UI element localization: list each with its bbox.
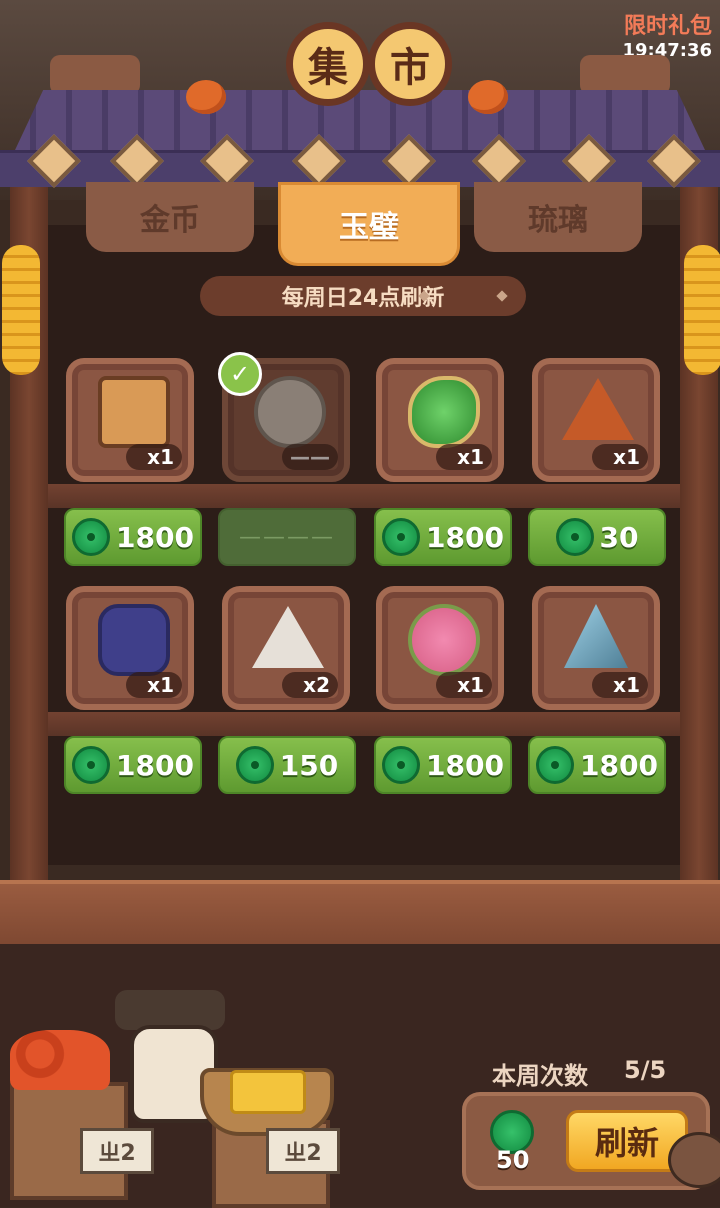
purchased-check-icon: ✓: [218, 352, 262, 396]
note-diamond-right: [496, 290, 508, 302]
price-value: 30: [599, 520, 639, 554]
item-quantity: x2: [282, 672, 338, 698]
limited-gift-pack[interactable]: 限时礼包 19:47:36: [622, 8, 712, 61]
corn-decoration-left: [2, 245, 40, 375]
item-quantity: x1: [592, 444, 648, 470]
merchant-hat: [115, 990, 225, 1030]
price-value: 1800: [426, 520, 504, 554]
item-quantity: x1: [436, 444, 492, 470]
price-value: 1800: [116, 748, 194, 782]
jade-coin-icon: [235, 746, 274, 784]
shop-item-slot[interactable]: x1: [66, 586, 194, 710]
shop-item-slot[interactable]: x1: [376, 358, 504, 482]
price-value: 150: [279, 748, 339, 782]
item-quantity: x1: [126, 444, 182, 470]
jade-coin-icon: [555, 518, 594, 556]
gold-ingot-icon: [230, 1070, 306, 1114]
jade-coin-icon: [72, 518, 111, 556]
character-portrait-icon: [254, 376, 326, 448]
sold-out-price: ————: [218, 508, 356, 566]
jade-stone-icon: [408, 376, 480, 448]
buy-price-button[interactable]: 1800: [528, 736, 666, 794]
blue-pot-icon: [98, 604, 170, 676]
persimmon-icon: [186, 80, 226, 114]
jade-coin-icon: [72, 746, 111, 784]
tab-jade[interactable]: 玉璧: [278, 182, 460, 266]
price-value: 1800: [580, 748, 658, 782]
buy-price-button[interactable]: 1800: [374, 736, 512, 794]
jade-coin-icon: [382, 518, 421, 556]
weekly-refresh-note: 每周日24点刷新: [200, 276, 526, 316]
jade-coin-icon: [382, 746, 421, 784]
corn-decoration-right: [684, 245, 720, 375]
buy-price-button[interactable]: 30: [528, 508, 666, 566]
shelf-row-1: [48, 484, 680, 508]
roof-horn-right: [580, 55, 670, 95]
weekly-count-label: 本周次数: [492, 1062, 588, 1090]
shop-item-slot[interactable]: x1: [532, 586, 660, 710]
shop-item-slot[interactable]: x1: [66, 358, 194, 482]
weekly-count-value: 5/5: [624, 1056, 667, 1084]
roof-horn-left: [50, 55, 140, 95]
persimmon-icon: [468, 80, 508, 114]
flower-bouquet-icon: [408, 604, 480, 676]
sold-out-dashes: ————: [239, 524, 335, 550]
buy-price-button[interactable]: 1800: [64, 736, 202, 794]
item-quantity: x1: [592, 672, 648, 698]
stall-counter: [0, 880, 720, 948]
buy-price-button[interactable]: 1800: [64, 508, 202, 566]
shop-item-slot[interactable]: x1: [532, 358, 660, 482]
shelf-row-2: [48, 712, 680, 736]
stall-price-tag: ㄓ2: [80, 1128, 154, 1174]
item-quantity: x1: [126, 672, 182, 698]
title-char-1: 集: [286, 22, 370, 106]
white-token-icon: [252, 606, 324, 668]
paper-umbrella-icon: [564, 604, 628, 668]
shop-item-slot[interactable]: x2: [222, 586, 350, 710]
shop-item-slot[interactable]: x1: [376, 586, 504, 710]
item-quantity: ——: [282, 444, 338, 470]
buy-price-button[interactable]: 1800: [374, 508, 512, 566]
title-char-2: 市: [368, 22, 452, 106]
persimmon-pile-icon: [10, 1030, 110, 1090]
gift-pack-label: 限时礼包: [623, 14, 712, 39]
tab-gold-coin[interactable]: 金币: [86, 182, 254, 252]
tab-glaze[interactable]: 琉璃: [474, 182, 642, 252]
treasure-chest-icon: [98, 376, 170, 448]
jade-coin-icon: [536, 746, 575, 784]
item-quantity: x1: [436, 672, 492, 698]
buy-price-button[interactable]: 150: [218, 736, 356, 794]
refresh-cost: 50: [496, 1146, 530, 1174]
stall-price-tag: ㄓ2: [266, 1128, 340, 1174]
price-value: 1800: [426, 748, 504, 782]
price-value: 1800: [116, 520, 194, 554]
orange-token-icon: [562, 378, 634, 440]
